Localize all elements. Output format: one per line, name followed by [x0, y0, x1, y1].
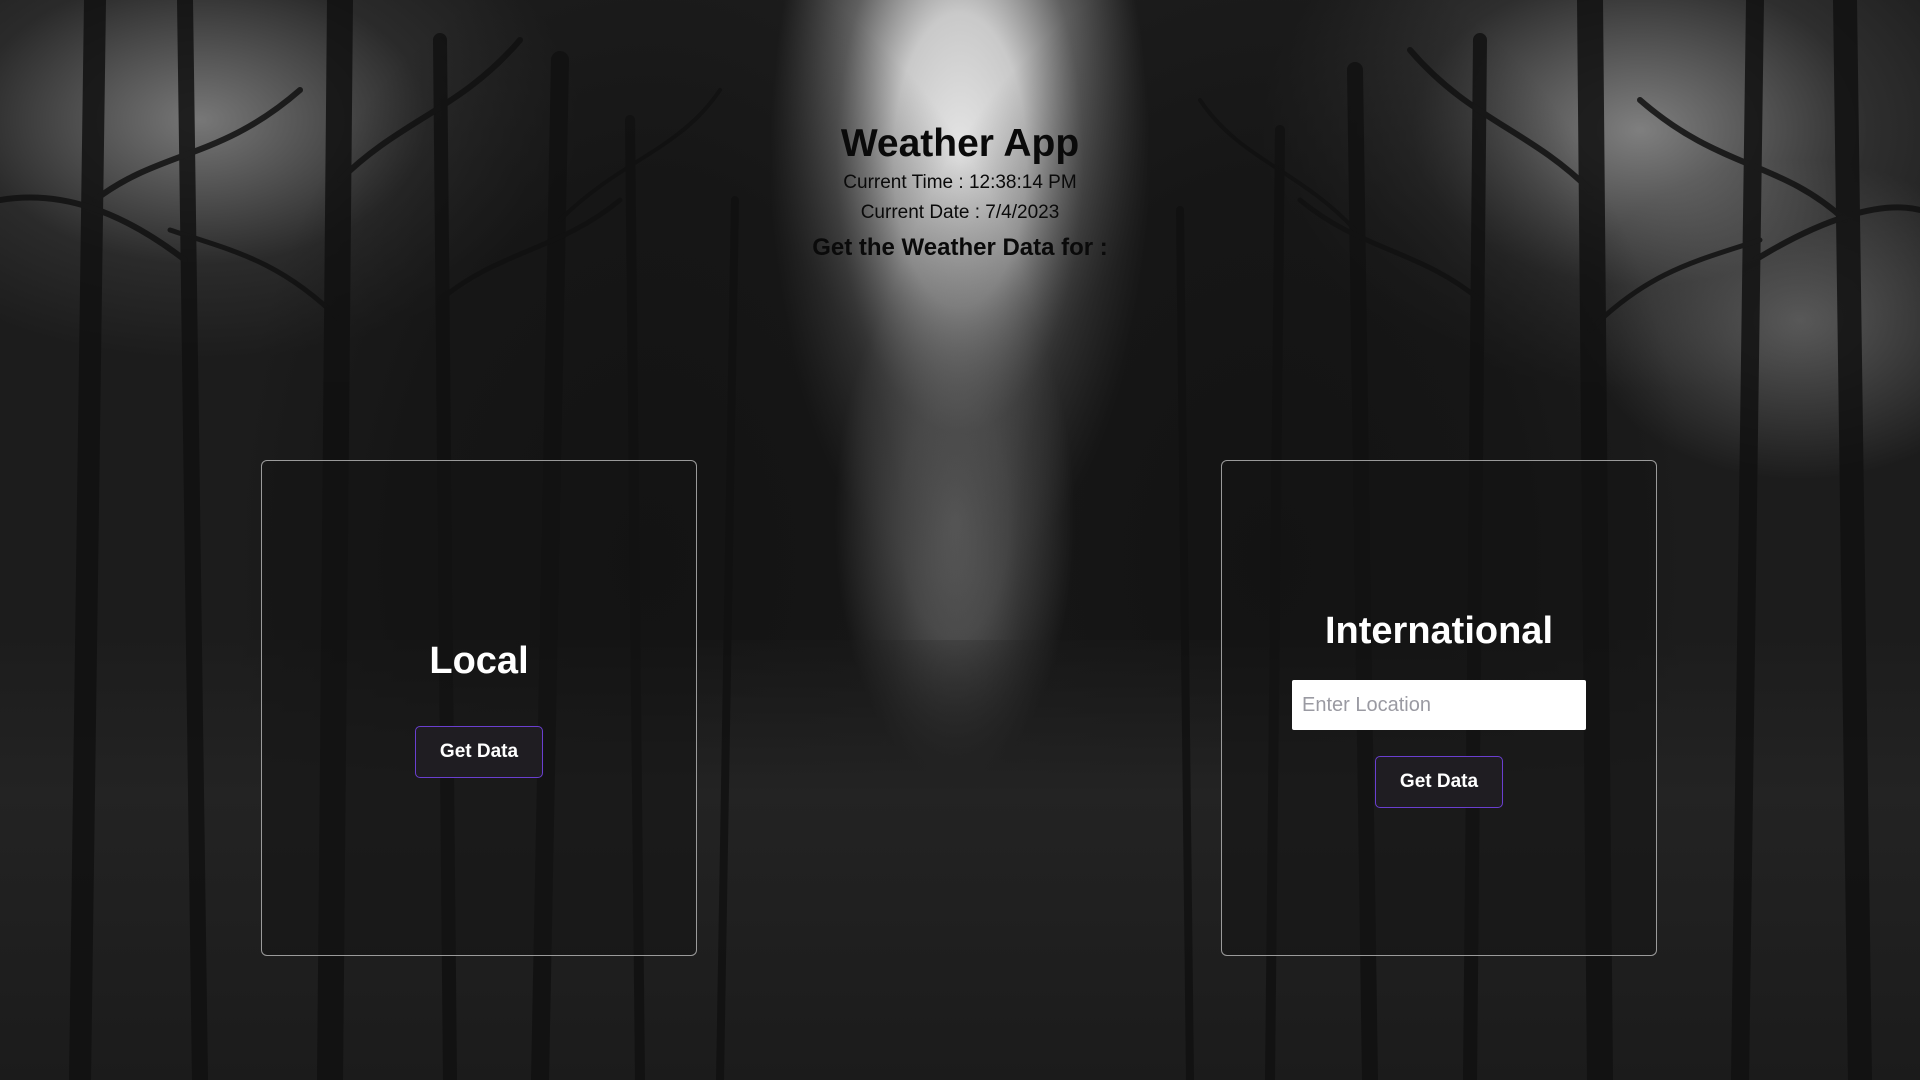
section-subtitle: Get the Weather Data for :: [812, 234, 1108, 261]
international-card-title: International: [1324, 610, 1554, 652]
international-get-data-button[interactable]: Get Data: [1375, 756, 1503, 808]
location-input[interactable]: [1292, 680, 1586, 730]
header: Weather App Current Time : 12:38:14 PM C…: [0, 120, 1920, 264]
app-title: Weather App: [840, 122, 1080, 165]
current-time: Current Time : 12:38:14 PM: [843, 172, 1077, 193]
local-card: Local Get Data: [261, 460, 697, 956]
local-card-title: Local: [429, 640, 529, 682]
international-card: International Get Data: [1221, 460, 1657, 956]
local-get-data-button[interactable]: Get Data: [415, 726, 543, 778]
current-date: Current Date : 7/4/2023: [860, 202, 1060, 223]
